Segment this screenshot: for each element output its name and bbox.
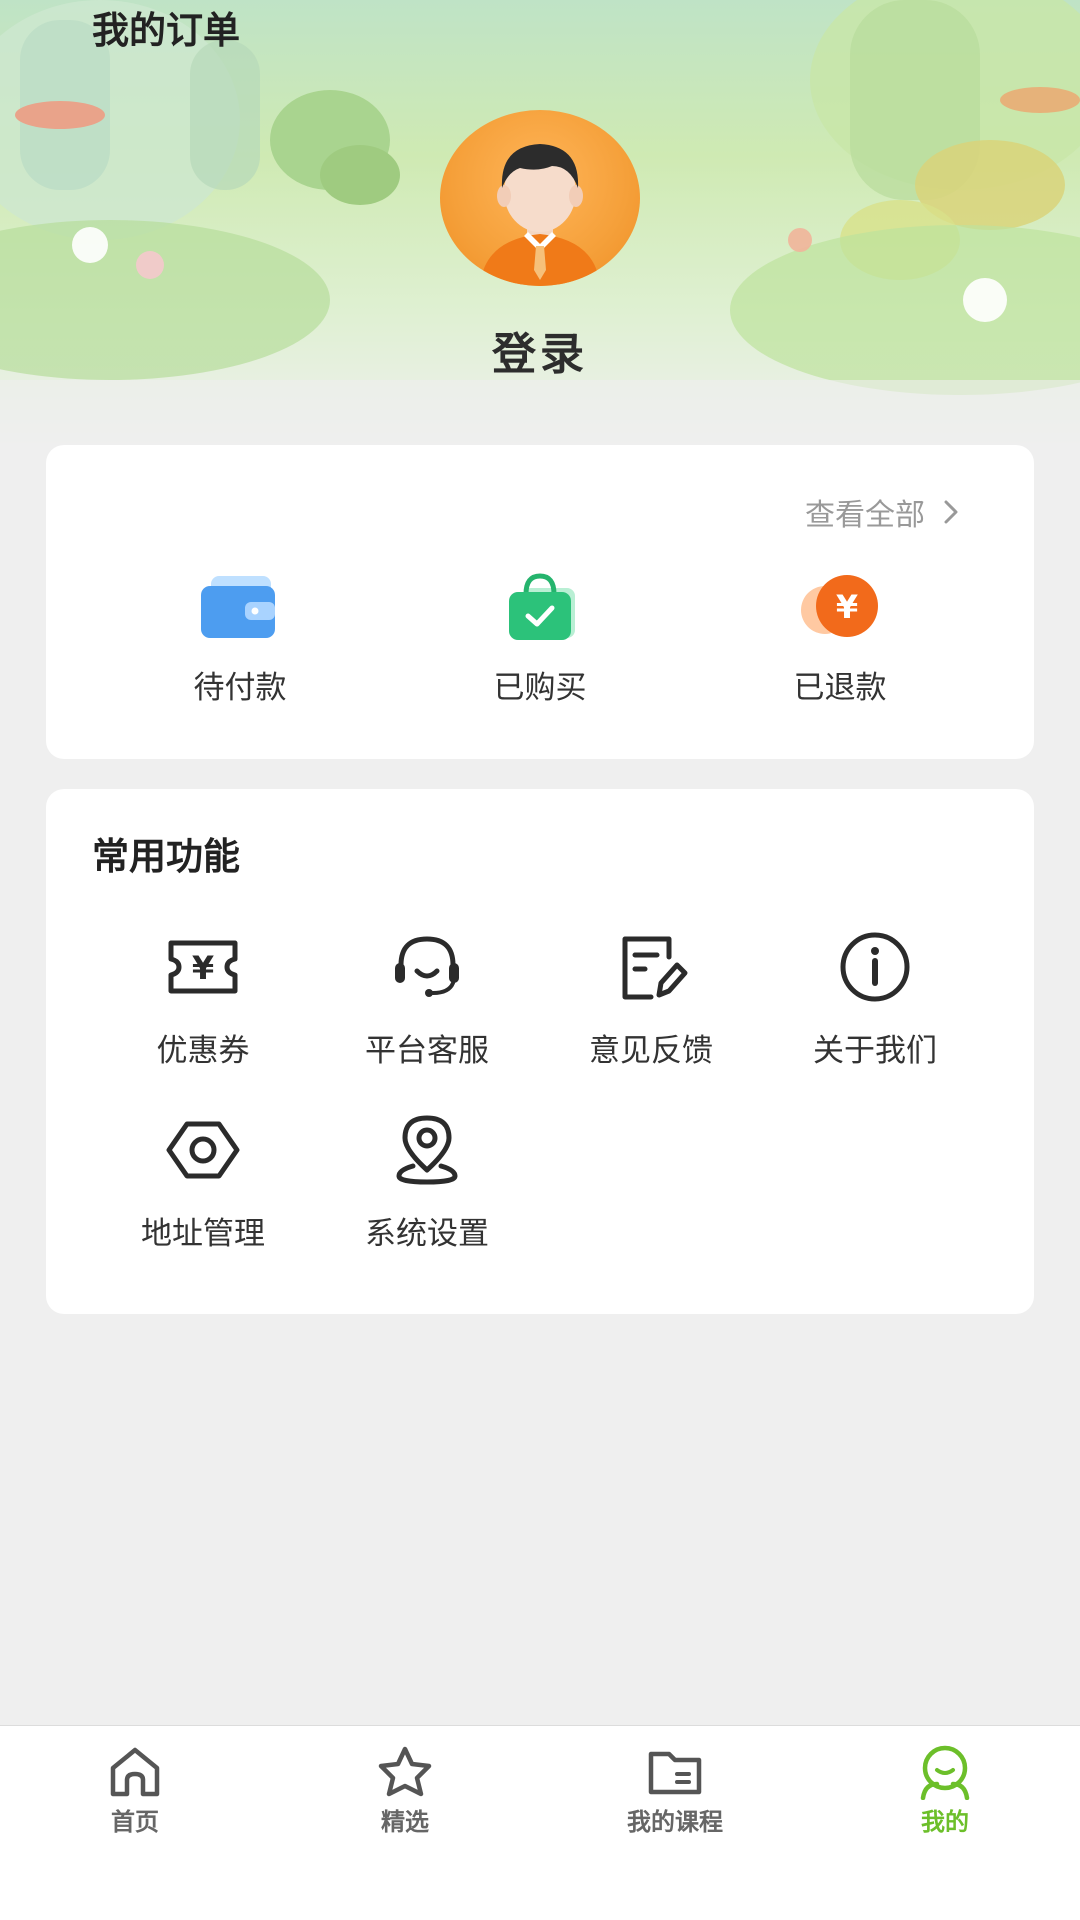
tab-home[interactable]: 首页: [35, 1744, 235, 1837]
functions-title: 常用功能: [92, 835, 240, 878]
func-settings-label: 系统设置: [365, 1216, 489, 1252]
refund-yuan-icon: ¥: [801, 575, 878, 637]
star-icon: [378, 1746, 432, 1797]
hexagon-address-icon: [166, 1121, 240, 1179]
home-icon: [110, 1747, 160, 1797]
order-refunded[interactable]: ¥ 已退款: [740, 572, 940, 707]
svg-text:¥: ¥: [192, 949, 214, 987]
func-coupon-label: 优惠券: [156, 1033, 250, 1069]
headset-icon: [395, 936, 459, 997]
order-purchased-label: 已购买: [493, 670, 587, 706]
feedback-edit-icon: [622, 936, 688, 1000]
tab-home-label: 首页: [111, 1808, 159, 1836]
login-title[interactable]: 登录: [0, 318, 1080, 382]
avatar-person-icon: [480, 144, 600, 286]
view-all-orders-link[interactable]: 查看全部: [805, 490, 961, 534]
bottom-tab-bar: 首页 精选 我的课程 我的: [0, 1725, 1080, 1920]
orders-title: 我的订单: [92, 9, 240, 52]
func-about-us[interactable]: 关于我们: [775, 927, 975, 1070]
wallet-icon: [201, 576, 275, 638]
location-pin-icon: [396, 1115, 458, 1185]
profile-header: 登录: [0, 0, 1080, 445]
tab-mine-label: 我的: [921, 1808, 969, 1836]
func-address-label: 地址管理: [141, 1216, 265, 1252]
func-coupon[interactable]: ¥ 优惠券: [103, 927, 303, 1070]
avatar[interactable]: [440, 110, 640, 286]
func-customer-service[interactable]: 平台客服: [327, 927, 527, 1070]
tab-featured[interactable]: 精选: [305, 1744, 505, 1837]
info-icon: [840, 932, 910, 1002]
order-refunded-label: 已退款: [793, 670, 887, 706]
func-feedback[interactable]: 意见反馈: [551, 927, 751, 1070]
user-icon: [920, 1745, 970, 1800]
tab-my-courses-label: 我的课程: [627, 1808, 723, 1836]
order-purchased[interactable]: 已购买: [440, 572, 640, 707]
func-feedback-label: 意见反馈: [589, 1033, 713, 1069]
order-pending-payment[interactable]: 待付款: [140, 572, 340, 707]
tab-mine[interactable]: 我的: [845, 1744, 1045, 1837]
tab-my-courses[interactable]: 我的课程: [575, 1744, 775, 1837]
svg-text:¥: ¥: [836, 588, 858, 626]
func-about-us-label: 关于我们: [813, 1033, 937, 1069]
func-address[interactable]: 地址管理: [103, 1110, 303, 1253]
chevron-right-icon: [944, 500, 958, 524]
func-customer-service-label: 平台客服: [365, 1033, 489, 1069]
order-pending-payment-label: 待付款: [193, 670, 287, 706]
view-all-label: 查看全部: [805, 498, 925, 533]
func-settings[interactable]: 系统设置: [327, 1110, 527, 1253]
tab-featured-label: 精选: [381, 1808, 429, 1836]
shopping-bag-check-icon: [509, 573, 575, 640]
folder-icon: [648, 1751, 702, 1795]
coupon-yuan-icon: ¥: [168, 940, 238, 994]
